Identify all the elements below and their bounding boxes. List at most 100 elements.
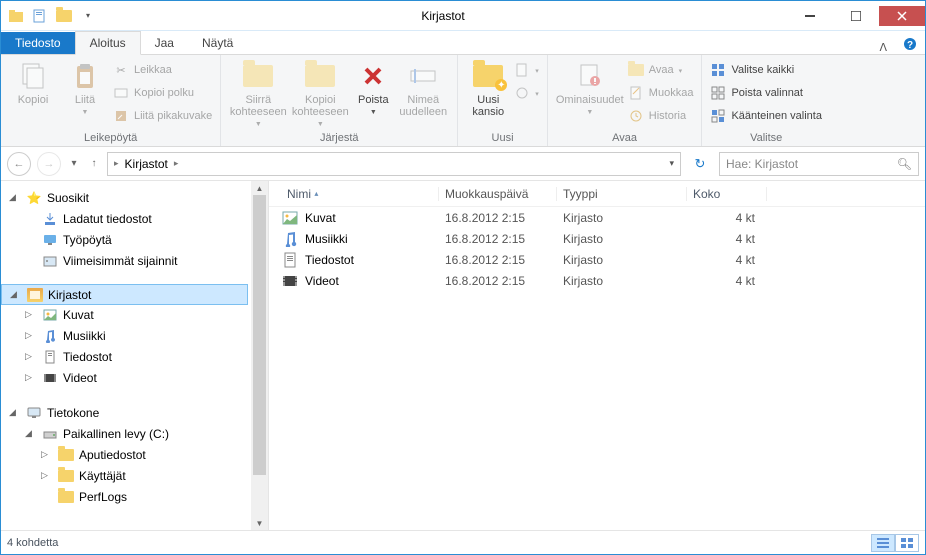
chevron-right-icon[interactable]: ▸ bbox=[114, 158, 119, 169]
item-modified: 16.8.2012 2:15 bbox=[445, 232, 563, 246]
easy-access-button[interactable]: ▾ bbox=[514, 83, 539, 103]
open-button[interactable]: Avaa ▾ bbox=[628, 60, 694, 80]
maximize-button[interactable] bbox=[833, 6, 879, 26]
tab-share[interactable]: Jaa bbox=[141, 32, 188, 54]
item-count: 4 kohdetta bbox=[7, 537, 58, 549]
nav-scrollbar[interactable]: ▲ ▼ bbox=[251, 181, 268, 530]
back-button[interactable]: ← bbox=[7, 152, 31, 176]
computer-icon bbox=[25, 404, 43, 422]
list-item[interactable]: Kuvat16.8.2012 2:15Kirjasto4 kt bbox=[269, 207, 925, 228]
list-item[interactable]: Tiedostot16.8.2012 2:15Kirjasto4 kt bbox=[269, 249, 925, 270]
qat-properties-icon[interactable] bbox=[29, 6, 51, 26]
tree-favorites[interactable]: ◢ ⭐ Suosikit bbox=[1, 187, 248, 208]
chevron-right-icon[interactable]: ▸ bbox=[174, 158, 179, 169]
address-dropdown-icon[interactable]: ▾ bbox=[665, 158, 678, 169]
paste-button[interactable]: Liitä ▼ bbox=[59, 58, 111, 117]
tab-view[interactable]: Näytä bbox=[188, 32, 247, 54]
tab-file[interactable]: Tiedosto bbox=[1, 32, 75, 54]
tree-users[interactable]: ▷ Käyttäjät bbox=[1, 465, 248, 486]
list-item[interactable]: Musiikki16.8.2012 2:15Kirjasto4 kt bbox=[269, 228, 925, 249]
tree-downloads[interactable]: Ladatut tiedostot bbox=[1, 208, 248, 229]
copy-icon bbox=[17, 60, 49, 92]
qat-newfolder-icon[interactable] bbox=[53, 6, 75, 26]
search-input[interactable]: Hae: Kirjastot 🔍︎ bbox=[719, 152, 919, 176]
select-none-icon bbox=[710, 85, 726, 101]
scissors-icon: ✂ bbox=[113, 62, 129, 78]
item-modified: 16.8.2012 2:15 bbox=[445, 274, 563, 288]
col-name[interactable]: Nimi ▴ bbox=[281, 187, 439, 201]
app-icon bbox=[5, 6, 27, 26]
tree-aputiedostot[interactable]: ▷ Aputiedostot bbox=[1, 444, 248, 465]
scroll-up-icon[interactable]: ▲ bbox=[251, 181, 268, 195]
open-icon bbox=[628, 62, 644, 78]
copy-button[interactable]: Kopioi bbox=[7, 58, 59, 106]
scroll-thumb[interactable] bbox=[253, 195, 266, 475]
content-area: ◢ ⭐ Suosikit Ladatut tiedostot Työpöytä … bbox=[1, 181, 925, 530]
item-modified: 16.8.2012 2:15 bbox=[445, 211, 563, 225]
invert-selection-button[interactable]: Käänteinen valinta bbox=[710, 106, 822, 126]
recent-locations-button[interactable]: ▾ bbox=[67, 153, 81, 175]
tree-computer[interactable]: ◢ Tietokone bbox=[1, 402, 248, 423]
qat-dropdown-icon[interactable]: ▾ bbox=[77, 6, 99, 26]
up-button[interactable]: ↑ bbox=[87, 153, 101, 175]
documents-icon bbox=[41, 348, 59, 366]
copy-to-button[interactable]: Kopioi kohteeseen ▼ bbox=[289, 58, 351, 129]
delete-icon bbox=[357, 60, 389, 92]
tree-libraries[interactable]: ◢ Kirjastot bbox=[1, 284, 248, 305]
ribbon: Kopioi Liitä ▼ ✂ Leikkaa Kopioi polku Li bbox=[1, 55, 925, 147]
history-button[interactable]: Historia bbox=[628, 106, 694, 126]
list-item[interactable]: Videot16.8.2012 2:15Kirjasto4 kt bbox=[269, 270, 925, 291]
item-type: Kirjasto bbox=[563, 253, 693, 267]
ribbon-tabs: Tiedosto Aloitus Jaa Näytä ᐱ ? bbox=[1, 31, 925, 55]
easy-access-icon bbox=[514, 85, 530, 101]
help-icon[interactable]: ? bbox=[895, 37, 925, 54]
item-type: Kirjasto bbox=[563, 211, 693, 225]
edit-button[interactable]: Muokkaa bbox=[628, 83, 694, 103]
item-size: 4 kt bbox=[693, 211, 773, 225]
details-view-button[interactable] bbox=[871, 534, 895, 552]
move-to-button[interactable]: Siirrä kohteeseen ▼ bbox=[227, 58, 289, 129]
minimize-button[interactable] bbox=[787, 6, 833, 26]
tree-desktop[interactable]: Työpöytä bbox=[1, 229, 248, 250]
tree-videos[interactable]: ▷ Videot bbox=[1, 367, 248, 388]
rename-button[interactable]: Nimeä uudelleen bbox=[395, 58, 451, 118]
tree-recent[interactable]: Viimeisimmät sijainnit bbox=[1, 250, 248, 271]
select-none-button[interactable]: Poista valinnat bbox=[710, 83, 822, 103]
close-button[interactable] bbox=[879, 6, 925, 26]
paste-shortcut-button[interactable]: Liitä pikakuvake bbox=[113, 106, 212, 126]
item-name: Videot bbox=[305, 274, 445, 288]
refresh-button[interactable]: ↻ bbox=[687, 152, 713, 176]
item-type: Kirjasto bbox=[563, 232, 693, 246]
address-bar[interactable]: ▸ Kirjastot ▸ ▾ bbox=[107, 152, 681, 176]
forward-button[interactable]: → bbox=[37, 152, 61, 176]
group-select: Valitse kaikki Poista valinnat Käänteine… bbox=[702, 55, 830, 146]
copy-path-button[interactable]: Kopioi polku bbox=[113, 83, 212, 103]
tree-perflogs[interactable]: PerfLogs bbox=[1, 486, 248, 507]
icons-view-button[interactable] bbox=[895, 534, 919, 552]
delete-button[interactable]: Poista ▼ bbox=[351, 58, 395, 117]
new-item-button[interactable]: ▾ bbox=[514, 60, 539, 80]
music-icon bbox=[41, 327, 59, 345]
select-all-icon bbox=[710, 62, 726, 78]
scroll-down-icon[interactable]: ▼ bbox=[251, 516, 268, 530]
collapse-ribbon-icon[interactable]: ᐱ bbox=[871, 41, 895, 54]
documents-icon bbox=[281, 251, 299, 269]
tab-home[interactable]: Aloitus bbox=[75, 31, 141, 55]
chevron-down-icon: ▼ bbox=[82, 109, 89, 117]
tree-documents[interactable]: ▷ Tiedostot bbox=[1, 346, 248, 367]
col-size[interactable]: Koko bbox=[687, 187, 767, 201]
select-all-button[interactable]: Valitse kaikki bbox=[710, 60, 822, 80]
properties-button[interactable]: Ominaisuudet ▼ bbox=[554, 58, 626, 117]
col-type[interactable]: Tyyppi bbox=[557, 187, 687, 201]
new-folder-button[interactable]: ✦ Uusi kansio bbox=[464, 58, 512, 118]
tree-music[interactable]: ▷ Musiikki bbox=[1, 325, 248, 346]
tree-local-disk[interactable]: ◢ Paikallinen levy (C:) bbox=[1, 423, 248, 444]
navigation-pane: ◢ ⭐ Suosikit Ladatut tiedostot Työpöytä … bbox=[1, 181, 269, 530]
col-modified[interactable]: Muokkauspäivä bbox=[439, 187, 557, 201]
item-name: Tiedostot bbox=[305, 253, 445, 267]
navigation-bar: ← → ▾ ↑ ▸ Kirjastot ▸ ▾ ↻ Hae: Kirjastot… bbox=[1, 147, 925, 181]
tree-pictures[interactable]: ▷ Kuvat bbox=[1, 304, 248, 325]
breadcrumb[interactable]: Kirjastot bbox=[123, 157, 170, 171]
chevron-down-icon: ▼ bbox=[370, 109, 377, 117]
cut-button[interactable]: ✂ Leikkaa bbox=[113, 60, 212, 80]
